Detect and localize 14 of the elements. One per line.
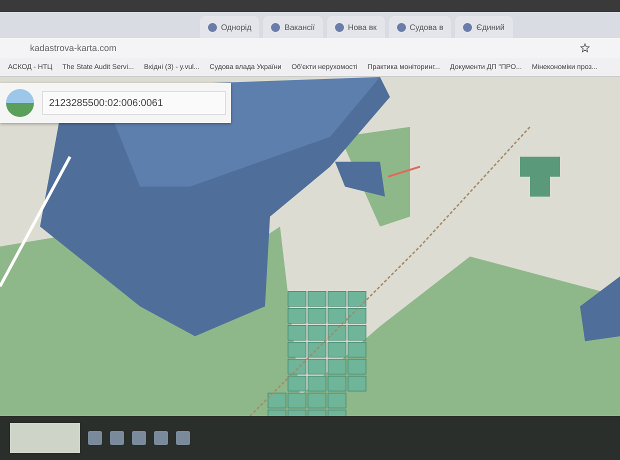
taskbar-icon[interactable] <box>110 431 124 445</box>
browser-tab[interactable]: Однорід <box>200 16 260 38</box>
browser-tab[interactable]: Судова в <box>388 16 452 38</box>
browser-tab[interactable]: Нова вк <box>326 16 385 38</box>
browser-tab[interactable]: Вакансії <box>263 16 323 38</box>
taskbar-icon[interactable] <box>132 431 146 445</box>
taskbar-icon[interactable] <box>154 431 168 445</box>
star-icon[interactable] <box>580 43 590 53</box>
taskbar-icon[interactable] <box>88 431 102 445</box>
url-text[interactable]: kadastrova-karta.com <box>30 43 117 53</box>
taskbar-icon[interactable] <box>176 431 190 445</box>
map-logo-icon <box>6 89 34 117</box>
search-field[interactable]: 2123285500:02:006:0061 <box>42 91 226 115</box>
browser-tab[interactable]: Єдиний <box>455 16 513 38</box>
